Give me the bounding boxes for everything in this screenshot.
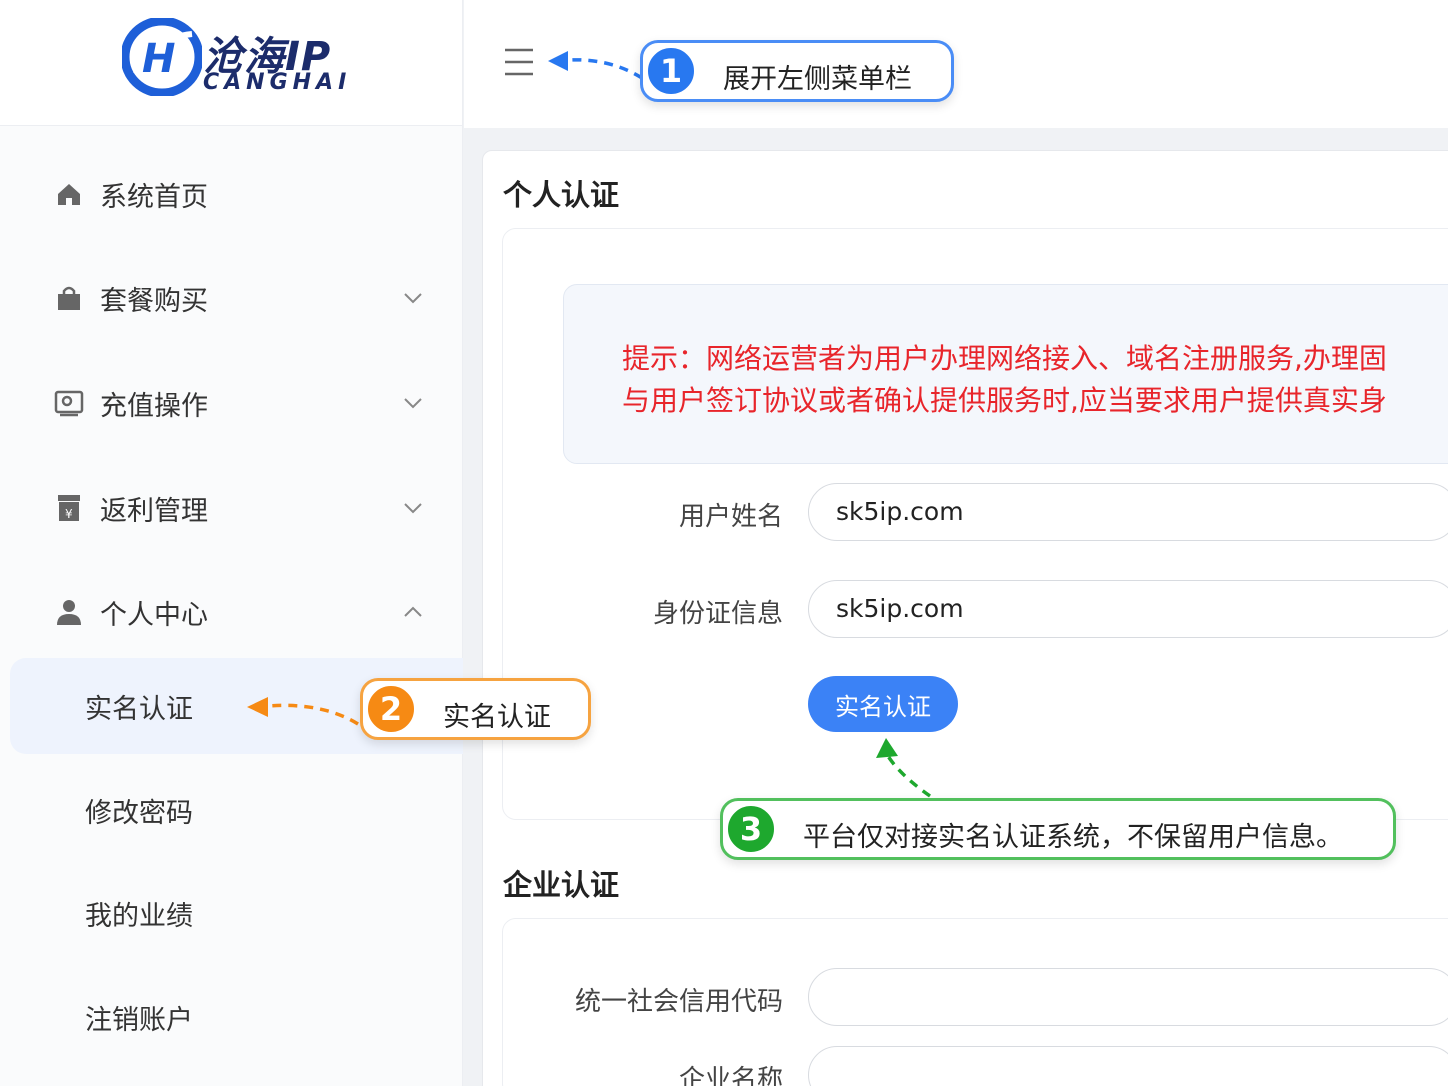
arrow-2-head bbox=[247, 697, 268, 717]
callout-number: 3 bbox=[725, 803, 777, 855]
callout-text: 实名认证 bbox=[443, 702, 551, 733]
callout-number: 1 bbox=[645, 45, 697, 97]
callout-1: 1 展开左侧菜单栏 bbox=[640, 40, 954, 102]
callout-text: 展开左侧菜单栏 bbox=[723, 64, 912, 95]
arrow-3-path bbox=[886, 755, 932, 798]
annotation-arrows bbox=[247, 51, 932, 798]
arrow-1-head bbox=[548, 51, 568, 71]
callout-2: 2 实名认证 bbox=[360, 678, 591, 740]
arrow-3-head bbox=[876, 738, 898, 758]
arrow-2-path bbox=[267, 703, 359, 726]
arrow-1-path bbox=[567, 58, 643, 80]
callout-3: 3 平台仅对接实名认证系统，不保留用户信息。 bbox=[720, 798, 1396, 860]
callout-text: 平台仅对接实名认证系统，不保留用户信息。 bbox=[803, 822, 1343, 853]
callout-number: 2 bbox=[365, 683, 417, 735]
